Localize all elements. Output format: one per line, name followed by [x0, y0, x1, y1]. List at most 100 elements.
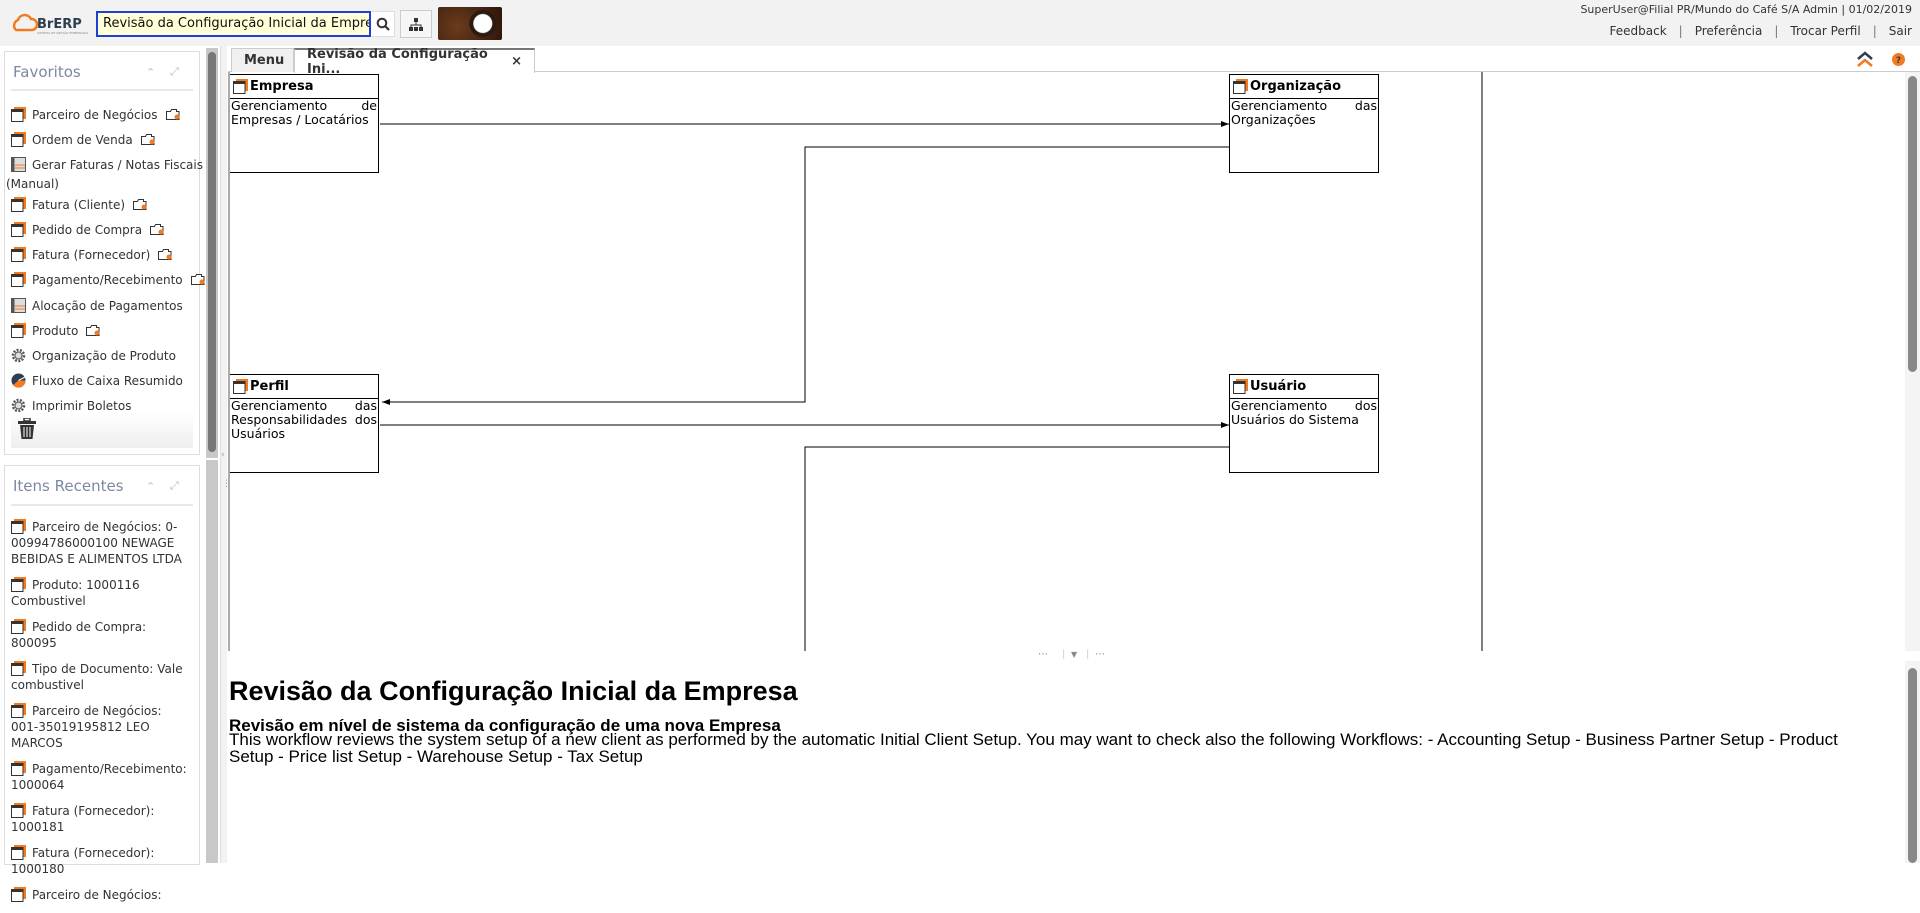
folder-gear-icon[interactable]	[140, 134, 155, 145]
favorite-item[interactable]: Imprimir Boletos	[11, 398, 131, 413]
search-button[interactable]	[371, 11, 395, 37]
favorite-item[interactable]: Fatura (Cliente)	[11, 197, 147, 212]
recent-item-label: Parceiro de Negócios:	[32, 888, 162, 902]
node-usuario[interactable]: Usuário Gerenciamento dos Usuários do Sis…	[1229, 374, 1379, 473]
window-icon	[11, 197, 26, 212]
separator: |	[1086, 649, 1090, 660]
folder-gear-icon[interactable]	[190, 274, 205, 285]
favorite-item[interactable]: Organização de Produto	[11, 348, 176, 363]
favorite-item[interactable]: Fatura (Fornecedor)	[11, 247, 172, 262]
window-icon	[11, 803, 26, 818]
folder-gear-icon[interactable]	[86, 325, 100, 336]
recent-item-label: Parceiro de Negócios: 0-00994786000100 N…	[11, 520, 182, 566]
help-icon[interactable]: ?	[1892, 53, 1905, 66]
recent-item[interactable]: Parceiro de Negócios: 001-35019195812 LE…	[11, 703, 191, 751]
preferences-link[interactable]: Preferência	[1695, 24, 1763, 38]
recent-item[interactable]: Fatura (Fornecedor): 1000181	[11, 803, 191, 835]
diagram-scrollbar-thumb[interactable]	[1908, 76, 1917, 372]
collapse-icon[interactable]: ⌃	[146, 480, 155, 493]
feedback-link[interactable]: Feedback	[1610, 24, 1667, 38]
window-icon	[11, 222, 26, 237]
window-icon	[11, 272, 26, 287]
favorite-item[interactable]: Produto	[11, 323, 100, 338]
west-splitter[interactable]: ‹ ⋮	[220, 46, 231, 863]
sitemap-button[interactable]	[400, 10, 432, 38]
tab-menu[interactable]: Menu	[231, 48, 294, 72]
node-description: Gerenciamento das Organizações	[1231, 98, 1377, 127]
recent-items-title: Itens Recentes	[13, 477, 124, 495]
window-icon	[11, 887, 26, 902]
search-input[interactable]: Revisão da Configuração Inicial da Empre…	[96, 11, 371, 37]
connector-usuario-next	[804, 446, 1231, 651]
window-icon	[1233, 79, 1248, 94]
gear-icon	[11, 398, 26, 413]
favorite-item[interactable]: Alocação de Pagamentos	[11, 298, 183, 313]
favorite-item[interactable]: Parceiro de Negócios	[11, 107, 180, 122]
recent-item[interactable]: Pedido de Compra: 800095	[11, 619, 191, 651]
recent-items-panel: Itens Recentes ⌃ ⤢ Parceiro de Negócios:…	[4, 465, 200, 902]
favorite-label: Imprimir Boletos	[32, 398, 132, 413]
svg-text:SISTEMA DE GESTÃO EMPRESARIAL: SISTEMA DE GESTÃO EMPRESARIAL	[37, 30, 88, 35]
collapse-west-icon[interactable]: ‹	[221, 450, 225, 460]
south-splitter[interactable]: ⋯ | ▼ | ⋯	[228, 649, 1905, 661]
node-perfil[interactable]: Perfil Gerenciamento das Responsabilidade…	[230, 374, 379, 473]
window-icon	[233, 379, 248, 394]
recent-item[interactable]: Pagamento/Recebimento: 1000064	[11, 761, 191, 793]
workflow-title: Revisão da Configuração Inicial da Empre…	[229, 676, 798, 706]
node-organizacao[interactable]: Organização Gerenciamento das Organizaçõe…	[1229, 74, 1379, 173]
favorite-label-continued[interactable]: (Manual)	[6, 177, 59, 191]
window-icon	[11, 132, 26, 147]
recent-item[interactable]: Tipo de Documento: Vale combustivel	[11, 661, 191, 693]
window-icon	[11, 845, 26, 860]
window-icon	[11, 519, 26, 534]
top-links: Feedback | Preferência | Trocar Perfil | Sa…	[1610, 24, 1912, 38]
favorite-label: Pedido de Compra	[32, 222, 143, 237]
logout-link[interactable]: Sair	[1889, 24, 1912, 38]
tab-workflow[interactable]: Revisão da Configuração Ini... ×	[294, 47, 535, 77]
separator: |	[1872, 24, 1877, 38]
drag-handle-icon[interactable]: ⋯	[1038, 649, 1048, 660]
node-description: Gerenciamento das Responsabilidades dos …	[231, 398, 377, 441]
recent-item-label: Fatura (Fornecedor): 1000180	[11, 846, 155, 876]
brerp-logo[interactable]: BrERP SISTEMA DE GESTÃO EMPRESARIAL	[12, 12, 91, 36]
connector-organizacao-perfil	[382, 146, 1231, 405]
favorite-label: Fluxo de Caixa Resumido	[32, 373, 183, 388]
recent-item[interactable]: Produto: 1000116 Combustivel	[11, 577, 191, 609]
favorite-item[interactable]: Fluxo de Caixa Resumido	[11, 373, 183, 388]
favorite-item[interactable]: Pedido de Compra	[11, 222, 164, 237]
collapse-south-icon[interactable]: ▼	[1071, 650, 1077, 659]
window-icon	[11, 619, 26, 634]
description-scrollbar-thumb[interactable]	[1908, 668, 1917, 863]
expand-icon[interactable]: ⤢	[170, 65, 179, 79]
recent-scrollbar[interactable]	[206, 460, 218, 863]
collapse-header-icon[interactable]	[1856, 51, 1874, 67]
recent-item-label: Pagamento/Recebimento: 1000064	[11, 762, 187, 792]
trash-icon[interactable]	[17, 418, 37, 440]
switch-role-link[interactable]: Trocar Perfil	[1790, 24, 1860, 38]
form-icon	[11, 157, 26, 172]
workflow-diagram: Empresa Gerenciamento de Empresas / Locat…	[228, 72, 1905, 651]
favorite-item[interactable]: Pagamento/Recebimento	[11, 272, 205, 287]
favorites-scrollbar-thumb[interactable]	[208, 52, 216, 452]
window-icon	[11, 247, 26, 262]
folder-gear-icon[interactable]	[150, 224, 164, 235]
recent-item[interactable]: Fatura (Fornecedor): 1000180	[11, 845, 191, 877]
recent-item[interactable]: Parceiro de Negócios:	[11, 887, 191, 903]
drag-handle-icon[interactable]: ⋯	[1095, 649, 1105, 660]
node-empresa[interactable]: Empresa Gerenciamento de Empresas / Locat…	[230, 74, 379, 173]
favorite-label: Produto	[32, 323, 79, 338]
folder-gear-icon[interactable]	[165, 109, 180, 120]
folder-gear-icon[interactable]	[133, 199, 147, 210]
favorite-label: Ordem de Venda	[32, 132, 133, 147]
close-tab-icon[interactable]: ×	[511, 54, 522, 69]
favorite-item[interactable]: Gerar Faturas / Notas Fiscais	[11, 157, 203, 172]
node-description: Gerenciamento de Empresas / Locatários	[231, 98, 377, 127]
recent-item[interactable]: Parceiro de Negócios: 0-00994786000100 N…	[11, 519, 191, 567]
favorite-item[interactable]: Ordem de Venda	[11, 132, 155, 147]
folder-gear-icon[interactable]	[158, 249, 172, 260]
node-title: Empresa	[250, 79, 314, 94]
collapse-icon[interactable]: ⌃	[146, 66, 155, 79]
coffee-banner-image	[438, 7, 502, 40]
favorite-label: Gerar Faturas / Notas Fiscais	[32, 157, 203, 172]
expand-icon[interactable]: ⤢	[170, 479, 179, 493]
